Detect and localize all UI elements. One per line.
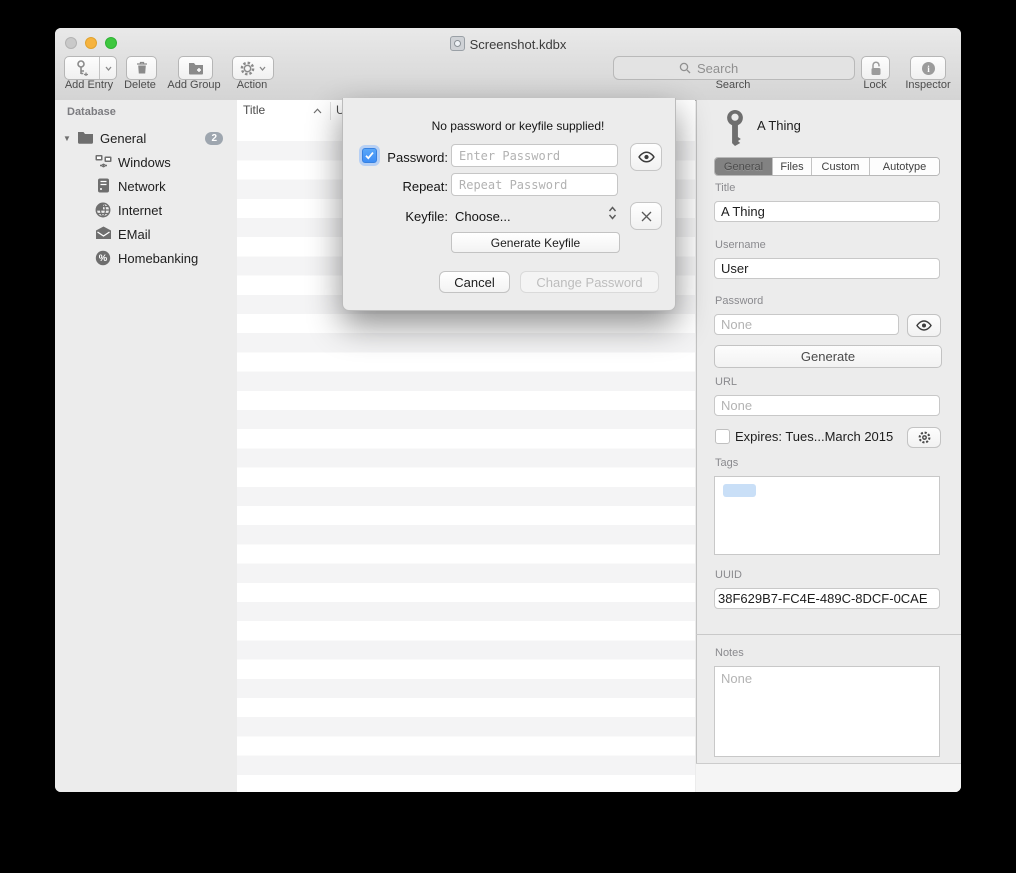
document-icon	[450, 36, 465, 51]
sort-ascending-icon	[313, 108, 322, 114]
cancel-button[interactable]: Cancel	[439, 271, 510, 293]
keyfile-popup[interactable]: Choose...	[455, 209, 511, 224]
username-field-label: Username	[715, 239, 766, 251]
tags-label: Tags	[715, 457, 738, 469]
sheet-repeat-input[interactable]	[451, 173, 618, 196]
sidebar-item-label: Windows	[118, 155, 171, 170]
envelope-icon	[95, 226, 112, 242]
column-header-title[interactable]: Title	[243, 103, 265, 117]
sheet-message: No password or keyfile supplied!	[373, 119, 663, 133]
gear-icon	[240, 61, 255, 76]
app-window: Screenshot.kdbx Add Entry Delete Add Gro…	[55, 28, 961, 792]
generate-password-button[interactable]: Generate	[714, 345, 942, 368]
search-icon	[679, 62, 691, 74]
key-icon	[723, 110, 747, 146]
sheet-keyfile-label: Keyfile:	[363, 209, 448, 224]
add-entry-dropdown[interactable]	[99, 57, 116, 79]
sheet-show-password-button[interactable]	[630, 143, 662, 171]
inspector-divider	[696, 634, 961, 635]
expires-label: Expires: Tues...March 2015	[735, 429, 893, 444]
tab-autotype[interactable]: Autotype	[870, 158, 939, 175]
unlocked-padlock-icon	[869, 61, 883, 76]
sidebar-item-label: Homebanking	[118, 251, 198, 266]
gear-icon	[918, 431, 931, 444]
inspector-label: Inspector	[900, 79, 956, 91]
sidebar-item-email[interactable]: EMail	[55, 222, 237, 246]
search-input[interactable]	[695, 60, 789, 77]
delete-button[interactable]	[126, 56, 157, 80]
popup-stepper-icon[interactable]	[608, 205, 617, 221]
generate-keyfile-button[interactable]: Generate Keyfile	[451, 232, 620, 253]
search-field[interactable]	[613, 56, 855, 80]
expires-checkbox[interactable]	[715, 429, 730, 444]
sidebar-item-label: Network	[118, 179, 166, 194]
titlebar-toolbar: Screenshot.kdbx Add Entry Delete Add Gro…	[55, 28, 961, 101]
tab-files[interactable]: Files	[773, 158, 812, 175]
disclosure-triangle-icon[interactable]: ▼	[63, 134, 73, 143]
change-password-sheet: No password or keyfile supplied! Passwor…	[342, 98, 676, 311]
add-group-label: Add Group	[161, 79, 227, 91]
tags-box[interactable]	[714, 476, 940, 555]
windows-group-icon	[95, 154, 112, 170]
clear-keyfile-button[interactable]	[630, 202, 662, 230]
inspector-footer	[696, 763, 961, 792]
search-label: Search	[613, 79, 853, 91]
title-field[interactable]	[714, 201, 940, 222]
password-field[interactable]	[714, 314, 899, 335]
trash-icon	[136, 61, 148, 75]
url-field[interactable]	[714, 395, 940, 416]
notes-field[interactable]	[714, 666, 940, 757]
sidebar-item-internet[interactable]: Internet	[55, 198, 237, 222]
uuid-label: UUID	[715, 569, 742, 581]
notes-label: Notes	[715, 647, 744, 659]
chevron-down-icon	[105, 66, 112, 71]
percent-icon: %	[95, 250, 112, 266]
add-entry-button[interactable]	[64, 56, 117, 80]
url-field-label: URL	[715, 376, 737, 388]
close-x-icon	[640, 210, 653, 223]
tag-chip[interactable]	[723, 484, 756, 497]
sidebar-item-windows[interactable]: Windows	[55, 150, 237, 174]
globe-icon	[95, 202, 112, 218]
entry-title: A Thing	[757, 118, 801, 133]
entry-count-badge: 2	[205, 132, 223, 145]
eye-icon	[916, 320, 932, 331]
key-plus-icon	[65, 57, 99, 79]
eye-icon	[638, 151, 655, 163]
sidebar-section-header: Database	[67, 106, 116, 118]
add-group-button[interactable]	[178, 56, 213, 80]
info-icon: i	[921, 61, 936, 76]
window-title: Screenshot.kdbx	[55, 36, 961, 52]
username-field[interactable]	[714, 258, 940, 279]
sidebar-item-general[interactable]: ▼ General 2	[55, 126, 237, 150]
action-label: Action	[229, 79, 275, 91]
sidebar-item-label: Internet	[118, 203, 162, 218]
server-icon	[95, 178, 112, 194]
uuid-field[interactable]	[714, 588, 940, 609]
change-password-button[interactable]: Change Password	[520, 271, 659, 293]
action-button[interactable]	[232, 56, 274, 80]
sidebar-item-homebanking[interactable]: % Homebanking	[55, 246, 237, 270]
folder-plus-icon	[188, 62, 204, 75]
sidebar-item-label: General	[100, 131, 146, 146]
chevron-down-icon	[259, 66, 266, 71]
sheet-repeat-label: Repeat:	[363, 179, 448, 194]
lock-label: Lock	[847, 79, 903, 91]
folder-icon	[77, 130, 94, 146]
inspector-button[interactable]: i	[910, 56, 946, 80]
inspector-tabs: General Files Custom Autotype	[714, 157, 940, 176]
sidebar-item-label: EMail	[118, 227, 151, 242]
tab-custom[interactable]: Custom	[812, 158, 870, 175]
sidebar-item-network[interactable]: Network	[55, 174, 237, 198]
password-field-label: Password	[715, 295, 763, 307]
column-divider[interactable]	[330, 102, 331, 120]
expires-settings-button[interactable]	[907, 427, 941, 448]
show-password-button[interactable]	[907, 314, 941, 337]
svg-text:%: %	[99, 253, 108, 264]
sheet-password-label: Password:	[363, 150, 448, 165]
title-field-label: Title	[715, 182, 735, 194]
sheet-password-input[interactable]	[451, 144, 618, 167]
tab-general[interactable]: General	[715, 158, 773, 175]
lock-button[interactable]	[861, 56, 890, 80]
